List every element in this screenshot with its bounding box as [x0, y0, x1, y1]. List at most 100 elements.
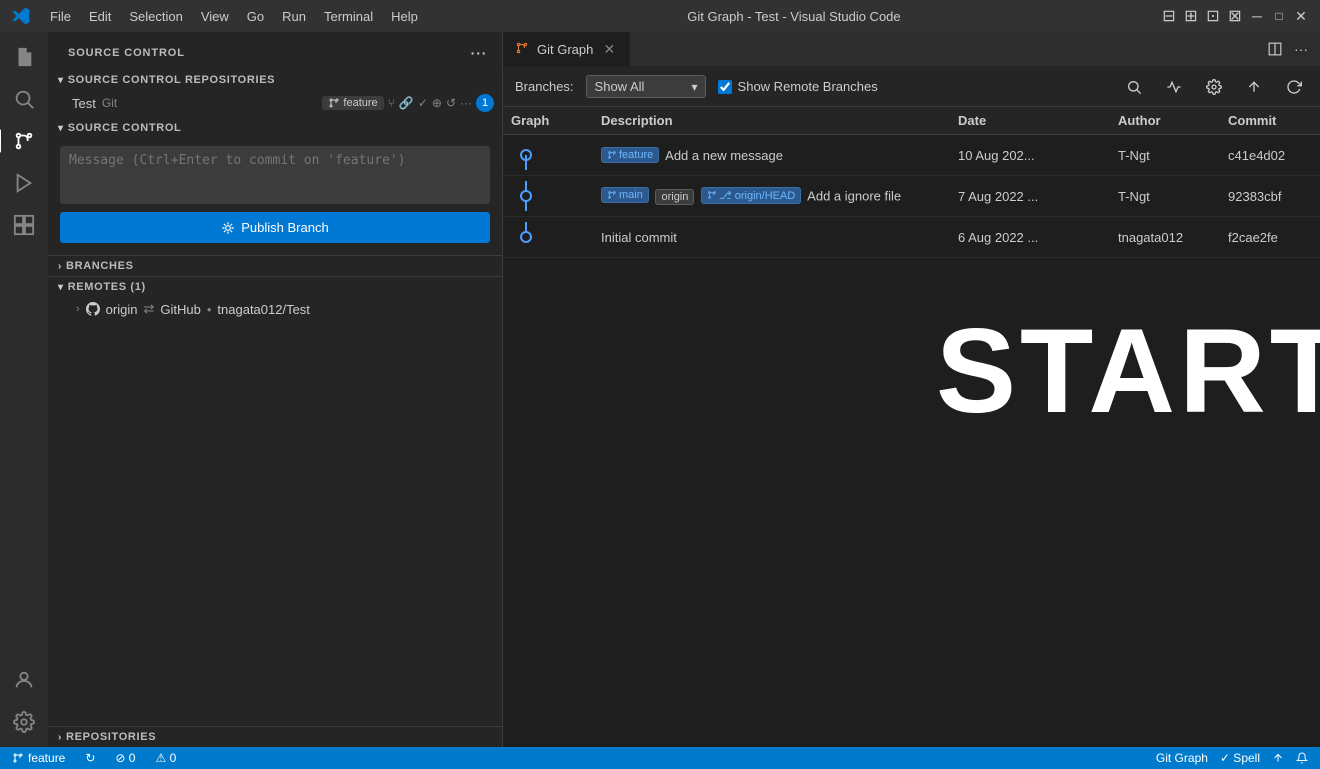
- remote-path: tnagata012/Test: [217, 302, 310, 317]
- git-graph-table: Graph Description Date Author Commit: [503, 107, 1320, 747]
- repos-chevron: ▾: [58, 75, 64, 86]
- more-actions-tab-icon[interactable]: ···: [1290, 38, 1312, 60]
- publish-branch-button[interactable]: Publish Branch: [60, 212, 490, 243]
- branch-status[interactable]: feature: [8, 747, 69, 769]
- table-row[interactable]: Initial commit 6 Aug 2022 ... tnagata012…: [503, 217, 1320, 258]
- table-row[interactable]: feature Add a new message 10 Aug 202... …: [503, 135, 1320, 176]
- remotes-section-header[interactable]: ▾ REMOTES (1): [48, 277, 502, 297]
- table-row[interactable]: main origin ⎇ origin/HEAD Add a ignore f…: [503, 176, 1320, 217]
- repo-branch-tag[interactable]: feature: [322, 96, 383, 110]
- sync-status[interactable]: ↻: [81, 747, 99, 769]
- branches-select[interactable]: Show All: [586, 75, 706, 98]
- menu-edit[interactable]: Edit: [81, 7, 119, 26]
- fetch-icon[interactable]: [1160, 73, 1188, 101]
- account-activity-icon[interactable]: [7, 663, 41, 697]
- col-description: Description: [593, 113, 950, 128]
- search-commits-icon[interactable]: [1120, 73, 1148, 101]
- layout-icon[interactable]: ⊟: [1162, 9, 1176, 23]
- settings-activity-icon[interactable]: [7, 705, 41, 739]
- sync-icon[interactable]: ↺: [446, 96, 456, 110]
- git-graph-status-text: Git Graph: [1156, 751, 1208, 765]
- menu-file[interactable]: File: [42, 7, 79, 26]
- commit-cell-1: 92383cbf: [1220, 189, 1320, 204]
- layout2-icon[interactable]: ⊞: [1184, 9, 1198, 23]
- window-title: Git Graph - Test - Visual Studio Code: [438, 9, 1150, 24]
- sync-icon: ↻: [85, 751, 95, 765]
- origin-tag-label: origin: [661, 191, 688, 203]
- show-remote-text: Show Remote Branches: [738, 79, 878, 94]
- graph-icon[interactable]: ⊕: [432, 96, 442, 110]
- author-cell-1: T-Ngt: [1110, 189, 1220, 204]
- row2-description: Initial commit: [601, 230, 677, 245]
- desc-cell-2: Initial commit: [593, 230, 950, 245]
- git-graph-tab-label: Git Graph: [537, 42, 593, 57]
- main-layout: SOURCE CONTROL ··· ▾ SOURCE CONTROL REPO…: [0, 32, 1320, 747]
- repos-section-label: SOURCE CONTROL REPOSITORIES: [68, 74, 276, 86]
- sidebar-title: SOURCE CONTROL: [68, 47, 185, 59]
- git-graph-tab[interactable]: Git Graph ✕: [503, 32, 630, 67]
- more-icon[interactable]: ···: [460, 96, 472, 110]
- repo-actions: feature ⑂ 🔗 ✓ ⊕ ↺ ··· 1: [322, 94, 494, 112]
- check-icon[interactable]: ✓: [418, 96, 428, 110]
- commit-message-input[interactable]: [60, 146, 490, 204]
- split-editor-icon[interactable]: [1264, 38, 1286, 60]
- branches-label: Branches:: [515, 79, 574, 94]
- date-cell-2: 6 Aug 2022 ...: [950, 230, 1110, 245]
- branch-name: feature: [343, 97, 377, 109]
- menu-view[interactable]: View: [193, 7, 237, 26]
- graph-cell-0: [503, 140, 593, 170]
- origin-head-label: ⎇ origin/HEAD: [719, 189, 795, 202]
- spell-status[interactable]: ✓ Spell: [1216, 751, 1264, 765]
- git-graph-status[interactable]: Git Graph: [1152, 751, 1212, 765]
- remotes-label: REMOTES (1): [68, 281, 146, 293]
- menu-terminal[interactable]: Terminal: [316, 7, 381, 26]
- sidebar-header-actions: ···: [468, 42, 490, 64]
- errors-status[interactable]: ⊘ 0: [111, 747, 139, 769]
- repositories-section-header[interactable]: › REPOSITORIES: [48, 727, 502, 747]
- show-remote-checkbox[interactable]: [718, 80, 732, 94]
- search-activity-icon[interactable]: [7, 82, 41, 116]
- more-actions-icon[interactable]: ···: [468, 42, 490, 64]
- feature-branch-tag: feature: [601, 147, 659, 163]
- main-branch-tag: main: [601, 187, 649, 203]
- repositories-chevron: ›: [58, 732, 62, 743]
- publish-status[interactable]: [1268, 752, 1288, 764]
- layout4-icon[interactable]: ⊠: [1228, 9, 1242, 23]
- explorer-activity-icon[interactable]: [7, 40, 41, 74]
- row0-description: Add a new message: [665, 148, 783, 163]
- branches-chevron: ›: [58, 261, 62, 272]
- menu-help[interactable]: Help: [383, 7, 426, 26]
- bell-status[interactable]: [1292, 752, 1312, 764]
- sc-section-header[interactable]: ▾ SOURCE CONTROL: [48, 116, 502, 138]
- extensions-activity-icon[interactable]: [7, 208, 41, 242]
- branches-section-header[interactable]: › BRANCHES: [48, 256, 502, 276]
- sidebar: SOURCE CONTROL ··· ▾ SOURCE CONTROL REPO…: [48, 32, 503, 747]
- repos-section-header[interactable]: ▾ SOURCE CONTROL REPOSITORIES: [48, 70, 502, 90]
- main-tag-label: main: [619, 189, 643, 201]
- link-icon[interactable]: 🔗: [399, 96, 414, 110]
- source-control-activity-icon[interactable]: [7, 124, 41, 158]
- layout3-icon[interactable]: ⊡: [1206, 9, 1220, 23]
- branch-icon[interactable]: ⑂: [388, 96, 395, 110]
- menu-go[interactable]: Go: [239, 7, 272, 26]
- tab-close-icon[interactable]: ✕: [601, 41, 617, 57]
- warnings-status[interactable]: ⚠ 0: [151, 747, 180, 769]
- git-graph-tab-icon: [515, 41, 529, 58]
- refresh-icon[interactable]: [1280, 73, 1308, 101]
- col-graph: Graph: [503, 113, 593, 128]
- git-graph-toolbar: Branches: Show All Show Remote Branches: [503, 67, 1320, 107]
- menu-selection[interactable]: Selection: [121, 7, 190, 26]
- minimize-button[interactable]: ─: [1250, 9, 1264, 23]
- menu-run[interactable]: Run: [274, 7, 314, 26]
- run-activity-icon[interactable]: [7, 166, 41, 200]
- remote-name: origin: [106, 302, 138, 317]
- commit-cell-0: c41e4d02: [1220, 148, 1320, 163]
- table-header: Graph Description Date Author Commit: [503, 107, 1320, 135]
- show-remote-label[interactable]: Show Remote Branches: [718, 79, 878, 94]
- desc-cell-1: main origin ⎇ origin/HEAD Add a ignore f…: [593, 187, 950, 206]
- remote-origin[interactable]: › origin ⇄ GitHub • tnagata012/Test: [48, 297, 502, 321]
- maximize-button[interactable]: □: [1272, 9, 1286, 23]
- close-button[interactable]: ✕: [1294, 9, 1308, 23]
- settings-icon[interactable]: [1200, 73, 1228, 101]
- push-icon[interactable]: [1240, 73, 1268, 101]
